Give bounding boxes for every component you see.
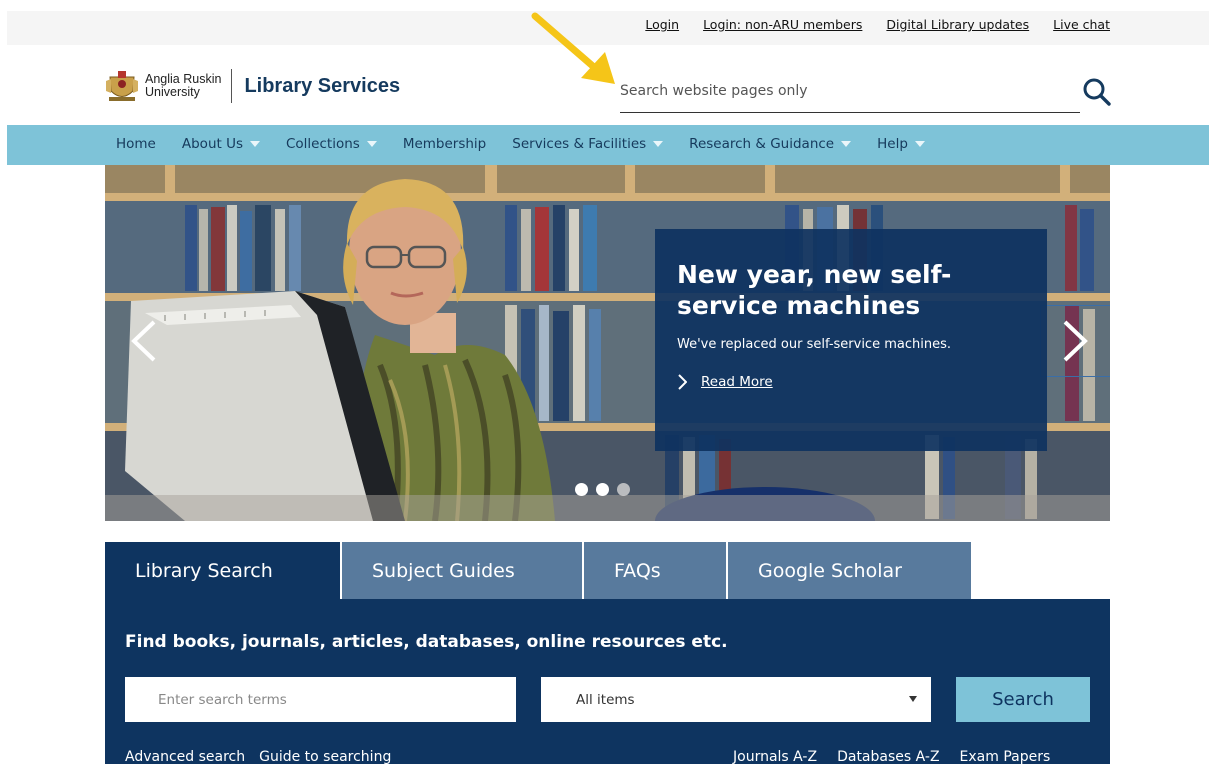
hero-carousel: New year, new self-service machines We'v…	[105, 165, 1110, 521]
caret-down-icon	[914, 141, 925, 147]
top-links: Login Login: non-ARU members Digital Lib…	[645, 17, 1110, 32]
digital-library-updates-link[interactable]: Digital Library updates	[886, 17, 1029, 32]
site-title: Library Services	[244, 74, 401, 97]
nav-item-collections[interactable]: Collections	[286, 136, 377, 152]
hero-caption: New year, new self-service machines We'v…	[655, 229, 1047, 451]
nav-label: About Us	[181, 136, 243, 152]
tab-subject-guides[interactable]: Subject Guides	[342, 542, 582, 599]
guide-to-searching-link[interactable]: Guide to searching	[259, 749, 391, 764]
item-type-select[interactable]: All items	[541, 677, 931, 722]
dropdown-arrow-icon	[909, 696, 917, 702]
nav-item-home[interactable]: Home	[116, 136, 156, 152]
university-name: Anglia Ruskin University	[145, 73, 221, 99]
nav-item-help[interactable]: Help	[877, 136, 925, 152]
library-search-button[interactable]: Search	[956, 677, 1090, 722]
carousel-dot-1[interactable]	[575, 483, 588, 496]
tab-library-search[interactable]: Library Search	[105, 542, 340, 599]
nav-label: Home	[116, 136, 156, 152]
chevron-right-icon	[1063, 320, 1088, 362]
exam-papers-link[interactable]: Exam Papers	[960, 749, 1051, 764]
panel-heading: Find books, journals, articles, database…	[125, 632, 728, 652]
caret-down-icon	[653, 141, 664, 147]
caret-down-icon	[250, 141, 260, 147]
journals-az-link[interactable]: Journals A-Z	[733, 749, 817, 764]
read-more-link[interactable]: Read More	[677, 374, 1025, 390]
nav-item-membership[interactable]: Membership	[403, 136, 486, 152]
advanced-search-link[interactable]: Advanced search	[125, 749, 245, 764]
hero-text: We've replaced our self-service machines…	[677, 337, 951, 352]
site-search-input[interactable]	[620, 75, 1080, 107]
search-icon[interactable]	[1082, 75, 1112, 109]
logo[interactable]: Anglia Ruskin University Library Service…	[105, 69, 400, 103]
library-search-input[interactable]	[125, 677, 516, 722]
logo-divider	[231, 69, 233, 103]
carousel-prev-button[interactable]	[107, 305, 179, 377]
nav-label: Services & Facilities	[512, 136, 647, 152]
tab-google-scholar[interactable]: Google Scholar	[728, 542, 971, 599]
main-nav: Home About Us Collections Membership Ser…	[7, 125, 1209, 165]
nav-label: Membership	[402, 136, 487, 152]
read-more-label: Read More	[701, 374, 773, 390]
chevron-right-icon	[678, 374, 687, 390]
carousel-next-button[interactable]	[1040, 305, 1110, 377]
university-line-2: University	[145, 85, 200, 99]
login-non-aru-link[interactable]: Login: non-ARU members	[703, 17, 862, 32]
hero-headline: New year, new self-service machines	[677, 260, 952, 320]
login-link[interactable]: Login	[645, 17, 679, 32]
nav-item-about-us[interactable]: About Us	[182, 136, 260, 152]
library-search-panel: Find books, journals, articles, database…	[105, 599, 1110, 764]
nav-item-research-guidance[interactable]: Research & Guidance	[689, 136, 852, 152]
carousel-dots	[575, 483, 630, 496]
nav-item-services-facilities[interactable]: Services & Facilities	[512, 136, 664, 152]
caret-down-icon	[366, 141, 377, 147]
nav-label: Help	[877, 136, 908, 152]
tab-faqs[interactable]: FAQs	[584, 542, 726, 599]
nav-label: Collections	[286, 136, 360, 152]
caret-down-icon	[841, 141, 852, 147]
databases-az-link[interactable]: Databases A-Z	[837, 749, 939, 764]
annotation-arrow-icon	[531, 12, 615, 84]
carousel-dot-3[interactable]	[617, 483, 630, 496]
chevron-left-icon	[131, 320, 156, 362]
search-tabs: Library Search Subject Guides FAQs Googl…	[105, 542, 973, 599]
resource-links: Journals A-Z Databases A-Z Exam Papers	[733, 749, 1050, 764]
nav-label: Research & Guidance	[689, 136, 835, 152]
site-search	[620, 75, 1080, 113]
carousel-dot-2[interactable]	[596, 483, 609, 496]
crest-icon	[106, 71, 138, 101]
search-help-links: Advanced search Guide to searching	[125, 749, 391, 764]
live-chat-link[interactable]: Live chat	[1053, 17, 1110, 32]
item-type-value: All items	[576, 691, 635, 708]
